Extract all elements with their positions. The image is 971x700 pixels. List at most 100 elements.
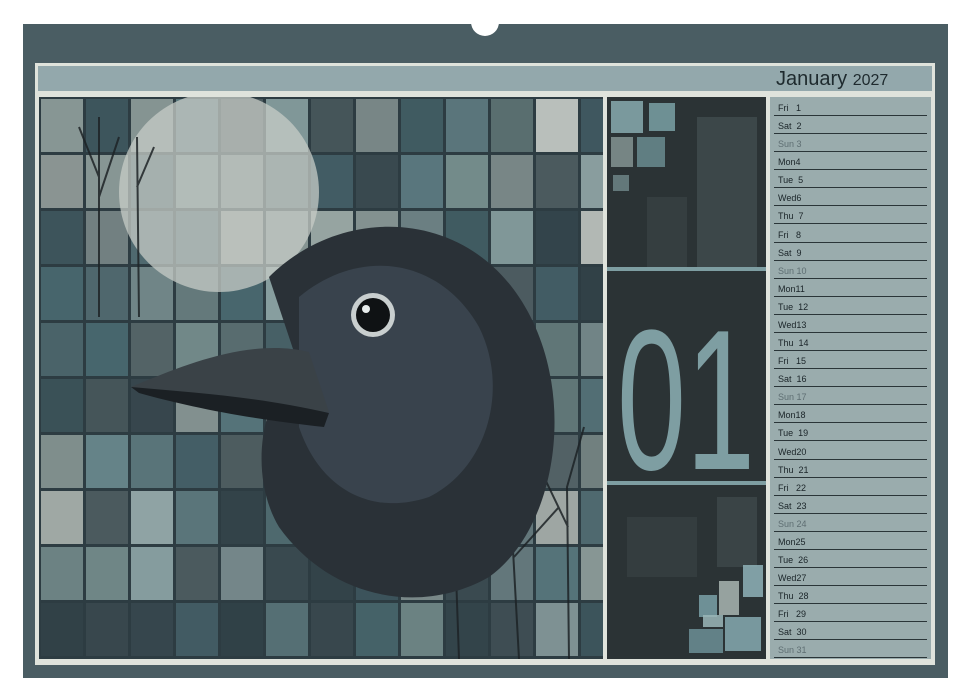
- mosaic-tile: [536, 547, 578, 600]
- mosaic-tile: [86, 547, 128, 600]
- day-row: Sat 30: [770, 622, 931, 641]
- mosaic-tile: [41, 267, 83, 320]
- day-row: Tue 5: [770, 170, 931, 189]
- day-row: Fri 8: [770, 225, 931, 243]
- day-label: Thu 21: [778, 464, 809, 475]
- mosaic-tile: [581, 323, 603, 376]
- mosaic-tile: [536, 155, 578, 208]
- day-row: Fri 1: [770, 98, 931, 116]
- day-row: Thu 21: [770, 460, 931, 478]
- mosaic-tile: [86, 603, 128, 656]
- mosaic-tile: [266, 603, 308, 656]
- day-row: Wed13: [770, 315, 931, 333]
- day-label: Sun 24: [778, 518, 807, 529]
- mosaic-tile: [131, 603, 173, 656]
- mosaic-tile: [266, 547, 308, 600]
- day-label: Mon11: [778, 283, 805, 294]
- day-row: Fri 29: [770, 604, 931, 623]
- day-label: Fri 1: [778, 103, 802, 113]
- day-row: Fri 22: [770, 478, 931, 496]
- day-row: Mon11: [770, 279, 931, 297]
- day-label: Wed27: [778, 573, 807, 584]
- day-row: Sat 23: [770, 496, 931, 514]
- day-row: Sat 9: [770, 243, 931, 261]
- day-row: Sun 3: [770, 134, 931, 153]
- day-label: Fri 15: [778, 356, 807, 367]
- mosaic-tile: [131, 547, 173, 600]
- mosaic-tile: [86, 99, 128, 152]
- mosaic-tile: [401, 99, 443, 152]
- year-label: 2027: [852, 72, 889, 89]
- day-label: Thu 7: [778, 211, 804, 222]
- mosaic-tile: [446, 155, 488, 208]
- day-label: Sun 31: [778, 645, 807, 656]
- day-label: Fri 22: [778, 482, 807, 493]
- month-title: January 2027: [776, 66, 888, 94]
- mosaic-tile: [581, 491, 603, 544]
- day-label: Tue 19: [778, 428, 809, 439]
- mosaic-tile: [581, 435, 603, 488]
- mosaic-tile: [311, 99, 353, 152]
- day-label: Sat 16: [778, 374, 807, 385]
- day-row: Tue 12: [770, 297, 931, 315]
- day-row: Thu 28: [770, 586, 931, 605]
- mosaic-tile: [581, 379, 603, 432]
- day-label: Sun 10: [778, 265, 807, 276]
- mosaic-tile: [356, 603, 398, 656]
- mosaic-tile: [86, 323, 128, 376]
- mosaic-tile: [41, 155, 83, 208]
- day-row: Sat 2: [770, 116, 931, 135]
- mosaic-tile: [356, 99, 398, 152]
- day-label: Wed6: [778, 193, 802, 204]
- day-row: Wed6: [770, 188, 931, 207]
- day-row: Mon18: [770, 405, 931, 424]
- day-row: Wed27: [770, 568, 931, 587]
- mosaic-tile: [401, 155, 443, 208]
- day-label: Fri 29: [778, 609, 807, 620]
- mosaic-tile: [221, 603, 263, 656]
- day-label: Tue 26: [778, 555, 809, 565]
- day-label: Wed13: [778, 319, 807, 330]
- mosaic-tile: [221, 435, 263, 488]
- mosaic-tile: [41, 435, 83, 488]
- day-row: Sun 17: [770, 387, 931, 406]
- month-name: January: [776, 68, 848, 90]
- mosaic-tile: [356, 155, 398, 208]
- mosaic-tile: [446, 603, 488, 656]
- mosaic-tile: [221, 547, 263, 600]
- divider-top: [607, 267, 766, 271]
- mosaic-tile: [581, 155, 603, 208]
- mosaic-tile: [491, 211, 533, 264]
- mosaic-tile: [491, 603, 533, 656]
- raven-painting-image: [41, 97, 603, 659]
- day-label: Sat 23: [778, 500, 807, 511]
- day-row: Mon4: [770, 152, 931, 171]
- mosaic-tile: [536, 267, 578, 320]
- raven-artwork: [39, 97, 603, 659]
- day-writing-line: [774, 657, 927, 659]
- mosaic-tile: [491, 155, 533, 208]
- mosaic-tile: [86, 491, 128, 544]
- mosaic-tile: [536, 211, 578, 264]
- mosaic-tile: [41, 379, 83, 432]
- mosaic-tile: [131, 491, 173, 544]
- day-label: Sun 3: [778, 139, 802, 150]
- day-label: Thu 28: [778, 591, 809, 602]
- mosaic-tile: [581, 547, 603, 600]
- mosaic-tile: [41, 491, 83, 544]
- mosaic-tile: [176, 603, 218, 656]
- day-label: Mon18: [778, 410, 806, 421]
- day-label: Mon4: [778, 157, 801, 168]
- mosaic-tile: [86, 211, 128, 264]
- day-row: Sat 16: [770, 369, 931, 388]
- day-row: Sun 24: [770, 514, 931, 532]
- mosaic-tile: [536, 99, 578, 152]
- mosaic-tile: [221, 491, 263, 544]
- day-label: Sat 2: [778, 121, 802, 132]
- day-label: Sat 9: [778, 247, 802, 258]
- day-row: Wed20: [770, 442, 931, 460]
- mosaic-tile: [311, 603, 353, 656]
- mosaic-tile: [41, 323, 83, 376]
- day-list: Fri 1 Sat 2 Sun 3 Mon4 Tue 5 Wed6 Thu 7 Fri 8 Sa…: [770, 97, 931, 659]
- mosaic-tile: [581, 267, 603, 320]
